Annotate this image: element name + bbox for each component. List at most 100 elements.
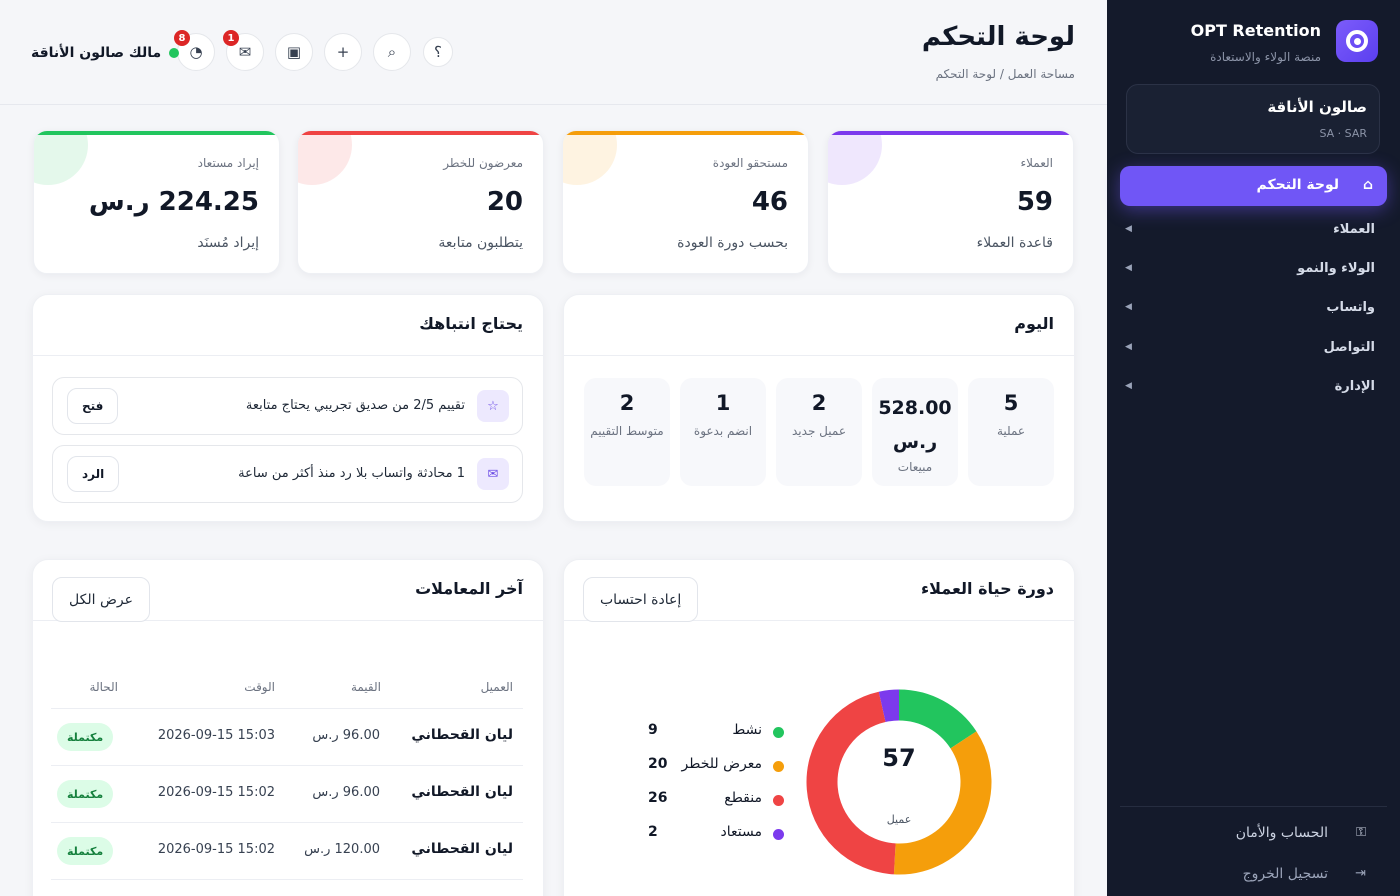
stat-card-recovered-revenue[interactable]: إيراد مستعاد 224.25 ر.س إيراد مُسنَد — [33, 130, 280, 274]
help-button[interactable]: ؟ — [423, 37, 453, 67]
table-row[interactable]: ليان القحطاني 96.00 ر.س 2026-09-15 15:03… — [51, 708, 523, 765]
donut-segment — [806, 691, 897, 875]
recalculate-button[interactable]: إعادة احتساب — [583, 577, 699, 622]
user-menu[interactable]: مالك صالون الأناقة — [31, 43, 180, 63]
caret-left-icon: ◀ — [1125, 263, 1132, 273]
donut-unit: عميل — [886, 813, 912, 826]
attention-panel: يحتاج انتباهك ☆ تقييم 2/5 من صديق تجريبي… — [32, 294, 544, 522]
today-tile-sales: 528.00 ر.س مبيعات — [872, 378, 958, 486]
attention-text: تقييم 2/5 من صديق تجريبي يحتاج متابعة — [245, 398, 465, 413]
help-icon: ؟ — [434, 43, 442, 61]
open-button[interactable]: فتح — [67, 388, 119, 424]
brand: OPT Retention منصة الولاء والاستعادة — [1128, 20, 1378, 66]
stat-subtitle: يتطلبون متابعة — [438, 235, 523, 251]
stat-subtitle: قاعدة العملاء — [976, 235, 1053, 251]
view-all-button[interactable]: عرض الكل — [52, 577, 150, 622]
search-icon: ⌕ — [387, 43, 397, 61]
account-security-label: الحساب والأمان — [1235, 825, 1328, 841]
pie-chart-icon: ◔ — [189, 43, 203, 61]
legend-swatch — [773, 727, 784, 738]
stat-value: 20 — [486, 187, 523, 217]
logout-label: تسجيل الخروج — [1242, 866, 1328, 882]
tile-value: 2 — [811, 391, 827, 415]
stat-subtitle: بحسب دورة العودة — [677, 235, 788, 251]
amount: 96.00 ر.س — [312, 728, 380, 743]
salon-meta: SA · SAR — [1319, 127, 1367, 140]
sidebar-item-admin[interactable]: الإدارة ◀ — [1125, 377, 1375, 401]
salon-switcher[interactable]: صالون الأناقة SA · SAR — [1126, 84, 1380, 154]
column-header: الحالة — [89, 680, 118, 694]
column-header: القيمة — [350, 680, 381, 694]
sidebar-item-customers[interactable]: العملاء ◀ — [1125, 220, 1375, 244]
reply-button[interactable]: الرد — [67, 456, 120, 492]
tile-label: عميل جديد — [792, 424, 846, 438]
stat-card-due-return[interactable]: مستحقو العودة 46 بحسب دورة العودة — [562, 130, 809, 274]
donut-svg — [806, 689, 992, 875]
legend-swatch — [773, 761, 784, 772]
sidebar-item-communication[interactable]: التواصل ◀ — [1125, 338, 1375, 362]
stat-card-at-risk[interactable]: معرضون للخطر 20 يتطلبون متابعة — [297, 130, 544, 274]
panel-title: اليوم — [1014, 314, 1054, 333]
stat-value: 46 — [751, 187, 788, 217]
tile-label: عملية — [996, 424, 1026, 438]
time: 2026-09-15 15:02 — [157, 842, 275, 857]
legend-label: نشط — [732, 722, 762, 738]
legend-swatch — [773, 829, 784, 840]
sidebar-item-whatsapp[interactable]: واتساب ◀ — [1125, 298, 1375, 322]
attention-item: ✉ 1 محادثة واتساب بلا رد منذ أكثر من ساع… — [52, 445, 523, 503]
today-panel: اليوم 5 عملية 528.00 ر.س مبيعات 2 عميل ج… — [563, 294, 1075, 522]
square-icon: ▣ — [286, 43, 302, 61]
table-row[interactable]: ليان القحطاني 96.00 ر.س 2026-09-15 15:02… — [51, 765, 523, 822]
tile-value: 5 — [1003, 391, 1019, 415]
sidebar: OPT Retention منصة الولاء والاستعادة صال… — [1107, 0, 1400, 896]
mail-icon: ✉ — [238, 43, 252, 61]
reports-button[interactable]: ◔ 8 — [174, 30, 215, 71]
legend-count: 9 — [648, 722, 658, 738]
stat-subtitle: إيراد مُسنَد — [197, 235, 259, 251]
donut-total: 57 — [882, 744, 916, 772]
add-button[interactable]: + — [324, 33, 362, 71]
star-icon: ☆ — [477, 390, 509, 422]
brand-name: OPT Retention — [1190, 21, 1321, 40]
sidebar-item-label: الإدارة — [1334, 379, 1375, 394]
attention-text: 1 محادثة واتساب بلا رد منذ أكثر من ساعة — [238, 466, 465, 481]
customer-name: ليان القحطاني — [411, 727, 513, 743]
table-row[interactable] — [51, 879, 523, 896]
column-header: الوقت — [244, 680, 275, 694]
legend-item-active: نشط 9 — [644, 720, 784, 744]
home-icon: ⌂ — [1362, 177, 1373, 193]
panel-title: دورة حياة العملاء — [920, 579, 1054, 598]
tile-label: متوسط التقييم — [590, 424, 664, 438]
account-security-link[interactable]: ⚿ الحساب والأمان — [1126, 823, 1366, 847]
search-button[interactable]: ⌕ — [373, 33, 411, 71]
caret-left-icon: ◀ — [1125, 342, 1132, 352]
stat-card-customers[interactable]: العملاء 59 قاعدة العملاء — [827, 130, 1074, 274]
breadcrumb: مساحة العمل / لوحة التحكم — [935, 67, 1075, 81]
time: 2026-09-15 15:03 — [157, 728, 275, 743]
brand-subtitle: منصة الولاء والاستعادة — [1210, 50, 1321, 64]
column-header: العميل — [480, 680, 513, 694]
caret-left-icon: ◀ — [1125, 381, 1132, 391]
table-row[interactable]: ليان القحطاني 120.00 ر.س 2026-09-15 15:0… — [51, 822, 523, 879]
logout-link[interactable]: ⇥ تسجيل الخروج — [1126, 864, 1366, 888]
panel-title: آخر المعاملات — [415, 579, 523, 598]
time: 2026-09-15 15:02 — [157, 785, 275, 800]
sidebar-item-label: واتساب — [1326, 300, 1375, 315]
legend-count: 2 — [648, 824, 658, 840]
lifecycle-panel: دورة حياة العملاء إعادة احتساب 57 عميل ن… — [563, 559, 1075, 896]
sidebar-item-label: التواصل — [1323, 340, 1375, 355]
sidebar-divider — [1120, 806, 1387, 807]
sidebar-item-label: العملاء — [1333, 222, 1375, 237]
amount: 96.00 ر.س — [312, 785, 380, 800]
today-tile-avg-rating: 2 متوسط التقييم — [584, 378, 670, 486]
plus-icon: + — [336, 43, 350, 61]
tile-value: 1 — [715, 391, 731, 415]
messages-button[interactable]: ✉ 1 — [223, 30, 264, 71]
sidebar-item-loyalty[interactable]: الولاء والنمو ◀ — [1125, 259, 1375, 283]
brand-logo-icon[interactable] — [1336, 20, 1378, 62]
legend-label: مستعاد — [720, 824, 762, 840]
amount: 120.00 ر.س — [304, 842, 380, 857]
pos-button[interactable]: ▣ — [275, 33, 313, 71]
sidebar-item-dashboard[interactable]: ⌂ لوحة التحكم — [1120, 166, 1387, 206]
donut-segment — [898, 689, 977, 749]
